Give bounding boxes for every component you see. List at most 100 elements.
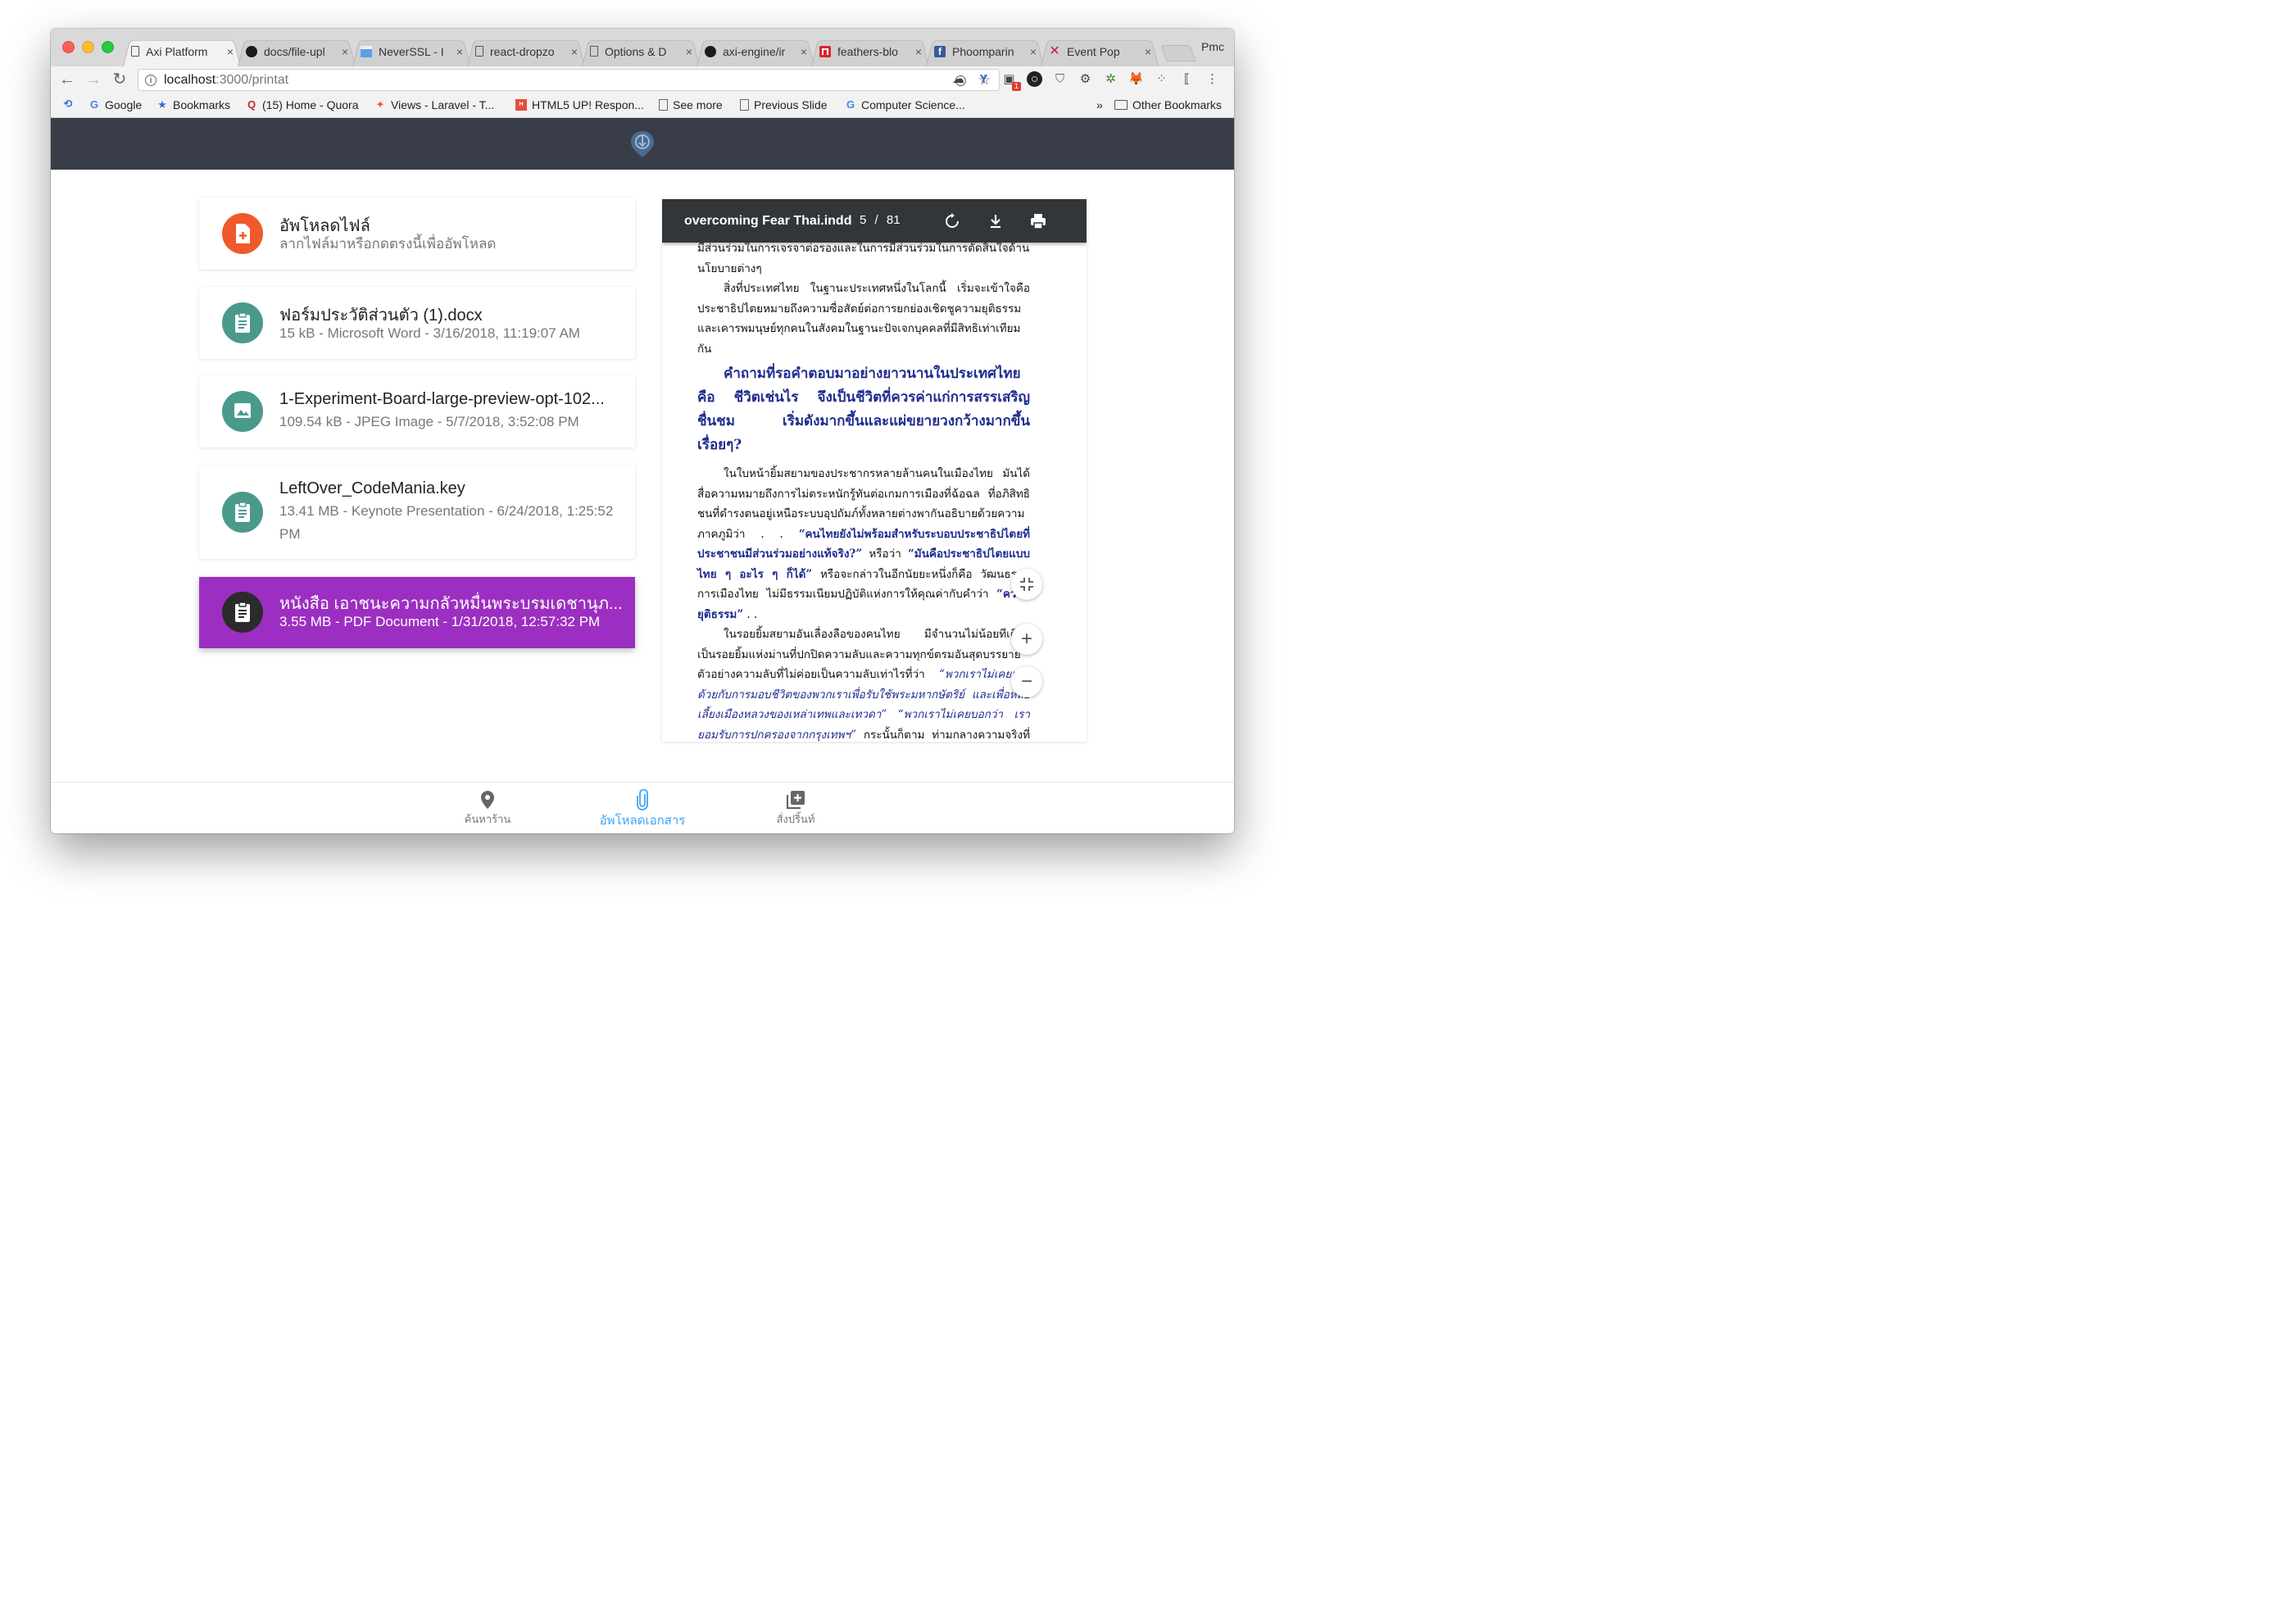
metamask-icon[interactable]: 🦊 bbox=[1128, 71, 1144, 87]
app-logo-icon[interactable] bbox=[629, 129, 656, 159]
html5up-icon: H bbox=[515, 99, 527, 111]
file-meta: 15 kB - Microsoft Word - 3/16/2018, 11:1… bbox=[279, 325, 580, 341]
tab-close-icon[interactable]: × bbox=[223, 45, 238, 58]
close-window-button[interactable] bbox=[62, 41, 75, 53]
pdf-pull-quote: คำถามที่รอคำตอบมาอย่างยาวนานในประเทศไทยค… bbox=[697, 366, 1030, 453]
clipboard-icon bbox=[222, 592, 263, 633]
tab-close-icon[interactable]: × bbox=[911, 45, 926, 58]
url-host: localhost bbox=[164, 72, 216, 87]
tab-feathers-blob[interactable]: feathers-blo × bbox=[811, 36, 929, 66]
bookmark-computer-science[interactable]: G Computer Science... bbox=[845, 98, 965, 111]
bracket-extension-icon[interactable]: ⟦ bbox=[1179, 71, 1195, 87]
history-icon[interactable]: ⟲ bbox=[62, 98, 79, 110]
download-icon[interactable] bbox=[987, 212, 1005, 230]
facebook-icon: f bbox=[934, 45, 946, 57]
bookmark-html5up[interactable]: H HTML5 UP! Respon... bbox=[515, 98, 644, 111]
zoom-out-button[interactable]: − bbox=[1011, 666, 1042, 697]
tab-close-icon[interactable]: × bbox=[796, 45, 811, 58]
bookmark-google[interactable]: G Google bbox=[88, 98, 142, 111]
bookmark-quora[interactable]: Q (15) Home - Quora bbox=[246, 98, 359, 111]
rotate-icon[interactable] bbox=[943, 212, 961, 230]
minimize-window-button[interactable] bbox=[82, 41, 94, 53]
tab-phoomparin[interactable]: f Phoomparin × bbox=[926, 36, 1044, 66]
back-icon[interactable]: ← bbox=[57, 70, 77, 89]
tab-label: NeverSSL - I bbox=[379, 44, 444, 58]
new-tab-button[interactable] bbox=[1160, 45, 1196, 61]
yarn-icon[interactable]: Y bbox=[976, 71, 991, 87]
gear-extension-icon[interactable]: ⚙ bbox=[1078, 71, 1093, 87]
tab-docs-file-upload[interactable]: docs/file-upl × bbox=[238, 36, 356, 66]
profile-name[interactable]: Pmc bbox=[1201, 40, 1224, 53]
nav-print-order[interactable]: สั่งปริ้นท์ bbox=[746, 789, 845, 828]
page-icon bbox=[131, 46, 139, 57]
dots-extension-icon[interactable]: ⁘ bbox=[1154, 71, 1169, 87]
tab-label: feathers-blo bbox=[837, 44, 898, 58]
pdf-current-page[interactable]: 5 bbox=[860, 213, 866, 227]
file-item[interactable]: 1-Experiment-Board-large-preview-opt-102… bbox=[199, 375, 635, 447]
app-main: อัพโหลดไฟล์ ลากไฟล์มาหรือกดตรงนี้เพื่ออั… bbox=[51, 170, 1234, 782]
tab-close-icon[interactable]: × bbox=[338, 45, 352, 58]
tab-label: Event Pop bbox=[1067, 44, 1120, 58]
nav-label: อัพโหลดเอกสาร bbox=[599, 814, 686, 828]
pdf-paragraph: ในรอยยิ้มสยามอันเลื่องลือของคนไทย มีจำนว… bbox=[697, 628, 1030, 742]
github-icon bbox=[705, 45, 716, 57]
bookmark-bookmarks[interactable]: ★ Bookmarks bbox=[157, 98, 230, 111]
folder-icon bbox=[1114, 100, 1128, 110]
tab-label: react-dropzo bbox=[490, 44, 555, 58]
extension-badge-icon[interactable]: ▣ 1 bbox=[1001, 71, 1021, 91]
nav-upload-documents[interactable]: อัพโหลดเอกสาร bbox=[593, 789, 692, 830]
paperclip-icon bbox=[637, 789, 648, 810]
bookmark-previous-slide[interactable]: Previous Slide bbox=[740, 98, 828, 111]
clipboard-icon bbox=[222, 492, 263, 533]
circle-extension-icon[interactable]: ○ bbox=[1027, 71, 1042, 87]
nav-find-shop[interactable]: ค้นหาร้าน bbox=[438, 789, 537, 828]
fit-icon[interactable] bbox=[1011, 569, 1042, 600]
file-item[interactable]: LeftOver_CodeMania.key 13.41 MB - Keynot… bbox=[199, 465, 635, 559]
print-icon[interactable] bbox=[1029, 212, 1047, 230]
tab-close-icon[interactable]: × bbox=[682, 45, 697, 58]
tab-axi-platform[interactable]: Axi Platform × bbox=[123, 36, 241, 66]
file-item[interactable]: ฟอร์มประวัติส่วนตัว (1).docx 15 kB - Mic… bbox=[199, 287, 635, 359]
browser-window: Axi Platform × docs/file-upl × NeverSSL … bbox=[51, 29, 1234, 833]
tab-close-icon[interactable]: × bbox=[452, 45, 467, 58]
google-icon: G bbox=[846, 98, 855, 111]
tab-close-icon[interactable]: × bbox=[567, 45, 582, 58]
tab-options[interactable]: Options & D × bbox=[582, 36, 700, 66]
quora-icon: Q bbox=[247, 98, 256, 111]
tab-event-pop[interactable]: ✕ Event Pop × bbox=[1041, 36, 1159, 66]
laravel-icon: ✦ bbox=[375, 98, 385, 111]
menu-kebab-icon[interactable]: ⋮ bbox=[1205, 71, 1220, 87]
tab-close-icon[interactable]: × bbox=[1026, 45, 1041, 58]
shield-icon[interactable]: ⛉ bbox=[1052, 71, 1068, 87]
tab-react-dropzone[interactable]: react-dropzo × bbox=[467, 36, 585, 66]
extensions-bar: ☁ Y ▣ 1 ○ ⛉ ⚙ ✲ 🦊 ⁘ ⟦ ⋮ bbox=[951, 71, 1220, 91]
pdf-line: นโยบายต่างๆ bbox=[697, 261, 762, 275]
puzzle-extension-icon[interactable]: ✲ bbox=[1103, 71, 1119, 87]
reload-icon[interactable]: ↻ bbox=[110, 70, 129, 89]
other-bookmarks[interactable]: Other Bookmarks bbox=[1114, 98, 1222, 111]
zoom-in-button[interactable]: + bbox=[1011, 624, 1042, 655]
bookmarks-overflow-button[interactable]: » bbox=[1096, 98, 1103, 111]
tab-label: Options & D bbox=[605, 44, 667, 58]
address-bar[interactable]: i localhost:3000/printat ◎ ☆ bbox=[138, 69, 1000, 91]
bookmark-see-more[interactable]: See more bbox=[659, 98, 723, 111]
bookmark-laravel[interactable]: ✦ Views - Laravel - T... bbox=[374, 98, 495, 111]
app-header bbox=[51, 118, 1234, 170]
upload-subtitle: ลากไฟล์มาหรือกดตรงนี้เพื่ออัพโหลด bbox=[279, 236, 497, 252]
zoom-window-button[interactable] bbox=[102, 41, 114, 53]
tab-axi-engine[interactable]: axi-engine/ir × bbox=[697, 36, 814, 66]
url-text[interactable]: localhost:3000/printat bbox=[164, 73, 288, 88]
upload-dropzone[interactable]: อัพโหลดไฟล์ ลากไฟล์มาหรือกดตรงนี้เพื่ออั… bbox=[199, 198, 635, 270]
pdf-viewer[interactable]: overcoming Fear Thai.indd 5 / 81 มีส่วนร… bbox=[662, 199, 1087, 742]
tab-close-icon[interactable]: × bbox=[1141, 45, 1155, 58]
info-icon[interactable]: i bbox=[145, 74, 157, 86]
pdf-paragraph: ในใบหน้ายิ้มสยามของประชากรหลายล้านคนในเม… bbox=[697, 467, 1030, 621]
feathers-icon bbox=[819, 45, 831, 57]
tab-neverssl[interactable]: NeverSSL - I × bbox=[352, 36, 470, 66]
file-item-selected[interactable]: หนังสือ เอาชนะความกลัวหมื่นพระบรมเดชานุภ… bbox=[199, 577, 635, 648]
image-icon bbox=[222, 391, 263, 432]
page-icon bbox=[740, 99, 749, 111]
page-icon bbox=[475, 46, 483, 57]
cloud-icon[interactable]: ☁ bbox=[951, 71, 966, 87]
forward-icon[interactable]: → bbox=[84, 70, 103, 89]
